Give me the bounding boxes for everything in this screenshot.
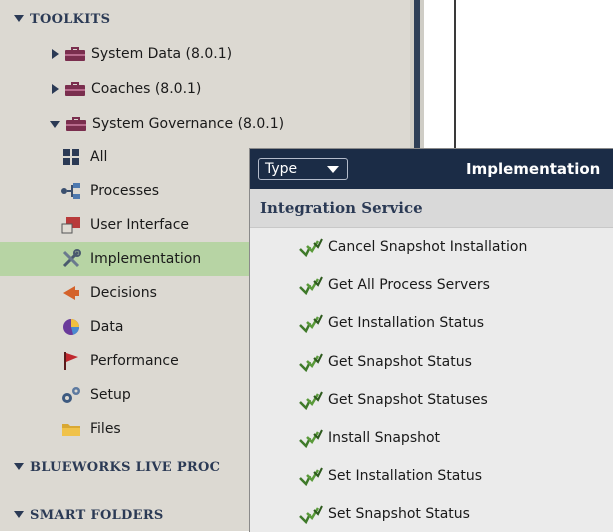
integration-service-icon bbox=[298, 504, 324, 525]
list-item[interactable]: Get Snapshot Statuses bbox=[250, 381, 613, 419]
implementation-icon bbox=[60, 248, 82, 270]
integration-service-icon bbox=[298, 390, 324, 410]
list-item-label: Cancel Snapshot Installation bbox=[328, 239, 528, 256]
integration-service-icon bbox=[298, 466, 324, 487]
category-label: Decisions bbox=[90, 285, 157, 301]
integration-service-list: Cancel Snapshot Installation Get All Pro… bbox=[250, 228, 613, 532]
category-performance[interactable]: Performance bbox=[60, 344, 250, 378]
category-label: Processes bbox=[90, 183, 160, 199]
category-decisions[interactable]: Decisions bbox=[60, 276, 250, 310]
expand-triangle-icon[interactable] bbox=[52, 49, 59, 59]
popup-header: Type Implementation bbox=[250, 149, 613, 189]
category-label: All bbox=[90, 149, 108, 165]
category-label: Implementation bbox=[90, 251, 202, 267]
category-data[interactable]: Data bbox=[60, 310, 250, 344]
toolkit-briefcase-icon bbox=[65, 47, 85, 61]
category-files[interactable]: Files bbox=[60, 412, 250, 446]
integration-service-icon bbox=[298, 313, 324, 334]
type-filter-dropdown[interactable]: Type bbox=[258, 158, 348, 180]
blueworks-section-header[interactable]: BLUEWORKS LIVE PROC bbox=[14, 458, 220, 478]
expand-triangle-icon[interactable] bbox=[52, 84, 59, 94]
flag-icon bbox=[60, 350, 82, 372]
list-item[interactable]: Get Installation Status bbox=[250, 304, 613, 342]
list-item-label: Get Snapshot Status bbox=[328, 353, 472, 370]
toolkit-system-data[interactable]: System Data (8.0.1) bbox=[52, 41, 232, 67]
user-interface-icon bbox=[60, 214, 82, 236]
decisions-icon bbox=[60, 282, 82, 304]
category-processes[interactable]: Processes bbox=[60, 174, 250, 208]
list-item[interactable]: Set Snapshot Status bbox=[250, 495, 613, 532]
toolkits-section-header[interactable]: TOOLKITS bbox=[14, 10, 110, 30]
toolkit-briefcase-icon bbox=[65, 82, 85, 96]
list-item-label: Set Snapshot Status bbox=[328, 506, 470, 523]
category-label: User Interface bbox=[90, 217, 190, 233]
toolkit-label: System Governance (8.0.1) bbox=[92, 116, 285, 132]
popup-title: Implementation bbox=[466, 160, 601, 178]
smart-folders-header-label: SMART FOLDERS bbox=[30, 508, 164, 523]
integration-service-icon bbox=[298, 352, 324, 372]
integration-service-icon bbox=[298, 237, 324, 258]
smart-folders-section-header[interactable]: SMART FOLDERS bbox=[14, 506, 164, 526]
collapse-triangle-icon bbox=[14, 511, 24, 518]
collapse-triangle-icon[interactable] bbox=[50, 120, 60, 128]
category-label: Files bbox=[90, 421, 121, 437]
integration-service-icon bbox=[298, 275, 324, 296]
folder-icon bbox=[60, 418, 82, 440]
category-user-interface[interactable]: User Interface bbox=[60, 208, 250, 242]
collapse-triangle-icon bbox=[14, 15, 24, 22]
toolkit-system-governance[interactable]: System Governance (8.0.1) bbox=[50, 111, 284, 137]
integration-service-icon bbox=[298, 428, 324, 449]
list-item[interactable]: Install Snapshot bbox=[250, 419, 613, 457]
blueworks-header-label: BLUEWORKS LIVE PROC bbox=[30, 460, 221, 475]
group-header: Integration Service bbox=[250, 189, 613, 228]
toolkits-header-label: TOOLKITS bbox=[30, 12, 111, 27]
implementation-popup: Type Implementation Integration Service … bbox=[249, 148, 613, 532]
list-item-label: Get Installation Status bbox=[328, 315, 485, 332]
category-setup[interactable]: Setup bbox=[60, 378, 250, 412]
category-label: Performance bbox=[90, 353, 179, 369]
toolkit-briefcase-icon bbox=[66, 117, 86, 131]
chevron-down-icon bbox=[327, 166, 339, 173]
processes-icon bbox=[60, 180, 82, 202]
list-item[interactable]: Get Snapshot Status bbox=[250, 343, 613, 381]
toolkit-coaches[interactable]: Coaches (8.0.1) bbox=[52, 76, 201, 102]
type-filter-label: Type bbox=[265, 161, 298, 177]
list-item[interactable]: Cancel Snapshot Installation bbox=[250, 228, 613, 266]
canvas-divider bbox=[454, 0, 456, 150]
category-label: Setup bbox=[90, 387, 131, 403]
category-implementation[interactable]: Implementation bbox=[0, 242, 250, 276]
list-item-label: Get Snapshot Statuses bbox=[328, 391, 488, 408]
list-item[interactable]: Set Installation Status bbox=[250, 457, 613, 495]
toolkit-label: System Data (8.0.1) bbox=[91, 46, 233, 62]
list-item-label: Install Snapshot bbox=[328, 430, 441, 447]
category-label: Data bbox=[90, 319, 124, 335]
data-pie-icon bbox=[60, 316, 82, 338]
toolkit-label: Coaches (8.0.1) bbox=[91, 81, 202, 97]
list-item[interactable]: Get All Process Servers bbox=[250, 266, 613, 304]
list-item-label: Set Installation Status bbox=[328, 468, 483, 485]
grid-icon bbox=[60, 146, 82, 168]
collapse-triangle-icon bbox=[14, 463, 24, 470]
list-item-label: Get All Process Servers bbox=[328, 277, 490, 294]
gears-icon bbox=[60, 384, 82, 406]
category-all[interactable]: All bbox=[60, 140, 250, 174]
